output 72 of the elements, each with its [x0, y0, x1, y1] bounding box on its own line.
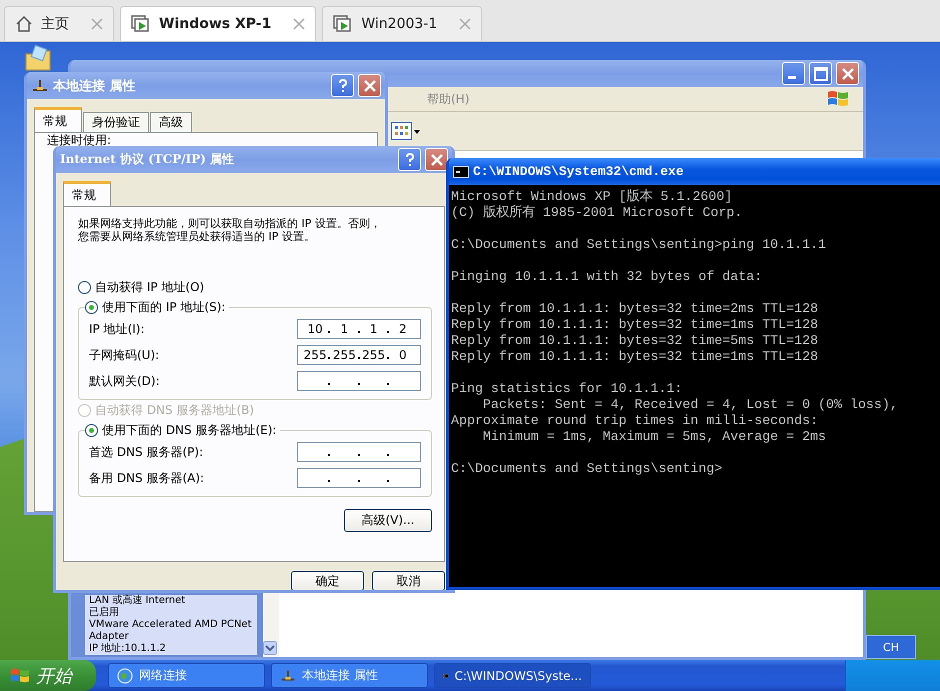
network-icon	[280, 668, 296, 684]
taskbar-button[interactable]: C:\WINDOWS\Syste...	[434, 663, 591, 688]
tab-label: Win2003-1	[361, 16, 438, 32]
console-line: (C) 版权所有 1985-2001 Microsoft Corp.	[451, 205, 744, 221]
radio-option[interactable]: 自动获得 IP 地址(O)	[78, 277, 432, 297]
close-button[interactable]	[358, 74, 381, 97]
console-line: Ping statistics for 10.1.1.1:	[451, 381, 684, 397]
console-line: Reply from 10.1.1.1: bytes=32 time=5ms TTL=128	[451, 333, 820, 349]
field-label: 子网掩码(U):	[89, 346, 160, 364]
radio-option[interactable]: 使用下面的 DNS 服务器地址(E):	[85, 420, 276, 440]
tab-label: 主页	[41, 15, 69, 33]
minimize-icon	[788, 76, 796, 79]
console-line: Approximate round trip times in milli-seconds:	[451, 413, 820, 429]
console-line: Pinging 10.1.1.1 with 32 bytes of data:	[451, 269, 764, 285]
console-line: Reply from 10.1.1.1: bytes=32 time=1ms TTL=128	[451, 349, 820, 365]
help-button[interactable]	[398, 148, 421, 171]
globe-icon	[117, 668, 133, 684]
taskbar-button[interactable]: 本地连接 属性	[271, 663, 428, 688]
vm-tab[interactable]: 主页	[4, 6, 114, 41]
console-line: C:\Documents and Settings\senting>ping 10.1.1.1	[451, 237, 828, 253]
field-label: 首选 DNS 服务器(P):	[89, 444, 204, 460]
language-bar[interactable]: CH	[866, 635, 916, 659]
field-label: 默认网关(D):	[89, 372, 160, 390]
console-line: Reply from 10.1.1.1: bytes=32 time=2ms TTL=128	[451, 301, 820, 317]
windows-logo-icon	[827, 89, 849, 109]
dialog-button[interactable]: 取消	[372, 571, 445, 590]
console-line: Packets: Sent = 4, Received = 4, Lost = 0 (0% loss),	[482, 397, 899, 413]
vm-tab[interactable]: Win2003-1	[322, 6, 482, 41]
ip-address-field[interactable]: 10 1 1 2	[297, 319, 421, 339]
taskbar-button[interactable]: 网络连接	[108, 663, 265, 688]
windows-logo-icon	[10, 666, 30, 684]
view-icon[interactable]	[391, 122, 421, 140]
radio-option[interactable]: 使用下面的 IP 地址(S):	[85, 297, 226, 317]
dialog-title: Internet 协议 (TCP/IP) 属性	[60, 151, 234, 168]
close-button[interactable]	[425, 148, 448, 171]
console-icon	[453, 166, 469, 178]
ip-address-field[interactable]	[297, 442, 421, 462]
field-label: IP 地址(I):	[89, 320, 145, 338]
detail-text: LAN 或高速 Internet	[85, 595, 257, 607]
tab-label: Windows XP-1	[159, 16, 272, 32]
dialog-tab[interactable]: 高级	[150, 112, 192, 132]
network-icon	[31, 78, 49, 94]
console-line: Minimum = 1ms, Maximum = 5ms, Average = 2ms	[482, 429, 828, 445]
window-title: C:\WINDOWS\System32\cmd.exe	[473, 164, 684, 179]
description-text: 如果网络支持此功能，则可以获取自动指派的 IP 设置。否则，您需要从网络系统管理员处获得适当的 IP 设置。	[78, 217, 382, 243]
vm-icon	[333, 15, 354, 33]
field-label: 连接时使用:	[47, 133, 112, 147]
dialog-tab[interactable]: 常规	[63, 181, 111, 206]
ip-address-field[interactable]: 255 255 255 0	[297, 345, 421, 365]
dialog-tab[interactable]: 常规	[34, 107, 82, 132]
home-icon	[15, 15, 33, 33]
maximize-button[interactable]	[809, 62, 832, 85]
close-button[interactable]	[836, 62, 859, 85]
ip-address-field[interactable]	[297, 468, 421, 488]
dialog-tab[interactable]: 身份验证	[83, 112, 149, 132]
vm-icon	[131, 15, 151, 33]
ip-address-field[interactable]	[297, 371, 421, 391]
start-button[interactable]: 开始	[0, 660, 96, 691]
dialog-title: 本地连接 属性	[53, 78, 136, 94]
minimize-button[interactable]	[782, 62, 805, 85]
detail-text: VMware Accelerated AMD PCNet Adapter	[85, 619, 257, 643]
advanced-button[interactable]: 高级(V)...	[344, 509, 432, 532]
detail-text: IP 地址:10.1.1.2	[85, 643, 257, 655]
console-line: Microsoft Windows XP [版本 5.1.2600]	[451, 189, 734, 205]
vm-tab[interactable]: Windows XP-1	[120, 6, 316, 41]
dialog-button[interactable]: 确定	[291, 571, 364, 590]
console-line: Reply from 10.1.1.1: bytes=32 time=1ms TTL=128	[451, 317, 820, 333]
console-line: C:\Documents and Settings\senting>	[451, 461, 724, 477]
field-label: 备用 DNS 服务器(A):	[89, 470, 204, 486]
detail-text: 已启用	[85, 607, 257, 619]
close-icon[interactable]	[293, 18, 306, 30]
help-button[interactable]	[331, 74, 354, 97]
